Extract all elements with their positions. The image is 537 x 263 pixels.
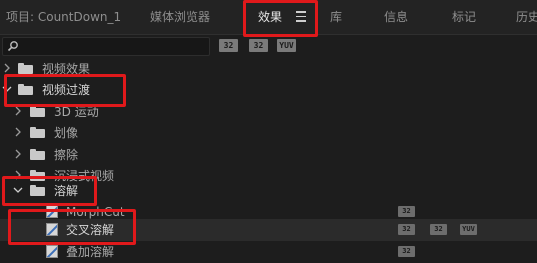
search-icon bbox=[7, 41, 18, 52]
folder-icon bbox=[30, 127, 45, 138]
highlight-box-dissolve bbox=[2, 176, 97, 206]
tree-item-label: 叠加溶解 bbox=[66, 245, 115, 259]
highlight-box-effects-tab bbox=[243, 0, 318, 37]
chevron-right-icon[interactable] bbox=[2, 63, 12, 73]
tree-item-iris[interactable]: 划像 bbox=[0, 122, 537, 144]
folder-icon bbox=[18, 63, 33, 74]
accelerated-badge: 32 bbox=[398, 206, 415, 217]
yuv-filter-button[interactable]: YUV bbox=[277, 39, 296, 52]
tree-item-label: 擦除 bbox=[54, 148, 79, 162]
tab-history[interactable]: 历史 bbox=[516, 8, 537, 26]
yuv-badge: YUV bbox=[460, 224, 477, 235]
highlight-box-video-transitions bbox=[4, 74, 126, 107]
tab-media-browser[interactable]: 媒体浏览器 bbox=[150, 8, 210, 26]
accelerated-badge: 32 bbox=[398, 246, 415, 257]
tab-info[interactable]: 信息 bbox=[384, 8, 408, 26]
tab-project[interactable]: 项目: CountDown_1 bbox=[6, 8, 121, 26]
search-row: 32 32 YUV bbox=[0, 35, 537, 57]
tab-libraries[interactable]: 库 bbox=[330, 8, 342, 26]
32bit-badge: 32 bbox=[430, 224, 447, 235]
tree-item-label: 划像 bbox=[54, 126, 79, 140]
chevron-right-icon[interactable] bbox=[13, 106, 23, 116]
accelerated-effects-filter-button[interactable]: 32 bbox=[219, 39, 238, 52]
highlight-box-cross-dissolve bbox=[8, 209, 136, 245]
tree-item-wipe[interactable]: 擦除 bbox=[0, 144, 537, 166]
32bit-color-filter-button[interactable]: 32 bbox=[249, 39, 268, 52]
chevron-right-icon[interactable] bbox=[13, 127, 23, 137]
transition-effect-icon bbox=[46, 245, 58, 258]
accelerated-badge: 32 bbox=[398, 224, 415, 235]
effects-panel: 项目: CountDown_1 媒体浏览器 效果 库 信息 标记 历史 32 3… bbox=[0, 0, 537, 263]
folder-icon bbox=[30, 149, 45, 160]
tab-markers[interactable]: 标记 bbox=[452, 8, 476, 26]
chevron-right-icon[interactable] bbox=[13, 149, 23, 159]
folder-icon bbox=[30, 106, 45, 117]
search-input[interactable] bbox=[2, 37, 210, 56]
